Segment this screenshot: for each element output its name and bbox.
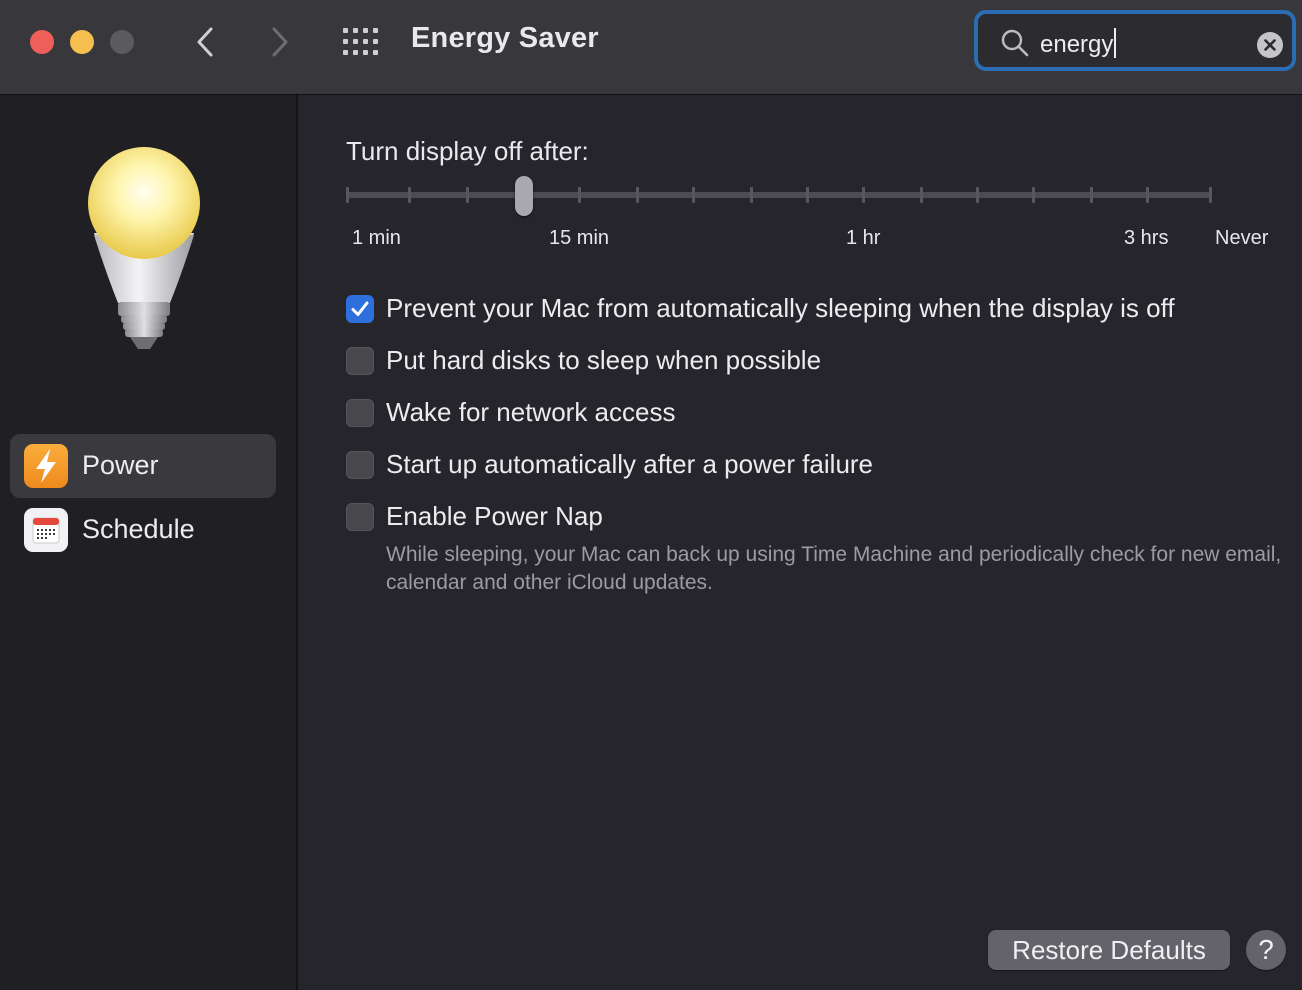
chevron-right-icon — [272, 27, 288, 57]
chevron-left-icon — [197, 27, 213, 57]
clear-icon — [1264, 39, 1276, 51]
option-label: Start up automatically after a power fai… — [386, 449, 874, 479]
slider-tick — [1146, 187, 1149, 203]
slider-tick — [806, 187, 809, 203]
option-label: Put hard disks to sleep when possible — [386, 345, 822, 375]
slider-tick — [1209, 187, 1212, 203]
slider-tick — [466, 187, 469, 203]
slider-tick — [1032, 187, 1035, 203]
search-input[interactable]: energy — [1040, 28, 1117, 59]
grid-icon — [343, 28, 378, 55]
power-nap-description: While sleeping, your Mac can back up usi… — [386, 543, 1282, 594]
option-label: Prevent your Mac from automatically slee… — [386, 293, 1175, 323]
sidebar-item-label: Power — [82, 450, 159, 480]
option-label: Wake for network access — [386, 397, 676, 427]
slider-tick — [578, 187, 581, 203]
option-label: Enable Power Nap — [386, 501, 603, 531]
lightning-bolt-icon — [24, 444, 68, 488]
slider-tick — [862, 187, 865, 203]
text-caret — [1114, 28, 1117, 58]
title-bar: Energy Saver energy — [0, 0, 1302, 95]
tick-label-1-hr: 1 hr — [846, 227, 881, 249]
sidebar-item-schedule[interactable]: Schedule — [10, 498, 276, 562]
energy-saver-window: Energy Saver energy Power Schedule Turn … — [0, 0, 1302, 990]
checkmark-icon — [351, 301, 369, 316]
slider-tick — [346, 187, 349, 203]
slider-tick — [920, 187, 923, 203]
search-value: energy — [1040, 31, 1114, 58]
calendar-icon — [24, 508, 68, 552]
checkbox[interactable] — [346, 347, 374, 375]
display-sleep-label: Turn display off after: — [346, 136, 589, 166]
tick-label-3-hrs: 3 hrs — [1124, 227, 1169, 249]
slider-tick — [750, 187, 753, 203]
forward-button[interactable] — [262, 24, 298, 60]
tick-label-1-min: 1 min — [352, 227, 401, 249]
search-icon — [1001, 29, 1029, 57]
checkbox[interactable] — [346, 295, 374, 323]
lightbulb-icon — [88, 147, 200, 349]
slider-track[interactable] — [346, 192, 1212, 198]
slider-knob[interactable] — [515, 176, 533, 216]
slider-tick — [636, 187, 639, 203]
restore-defaults-button[interactable]: Restore Defaults — [988, 930, 1230, 970]
tick-label-15-min: 15 min — [549, 227, 610, 249]
help-button[interactable]: ? — [1246, 930, 1286, 970]
clear-search-button[interactable] — [1257, 32, 1283, 58]
show-all-button[interactable] — [343, 28, 379, 56]
sidebar-item-label: Schedule — [82, 514, 195, 544]
slider-tick — [1090, 187, 1093, 203]
main-panel: Turn display off after: 1 min 15 min 1 h… — [298, 95, 1302, 990]
sidebar-item-power[interactable]: Power — [10, 434, 276, 498]
minimize-button[interactable] — [70, 30, 94, 54]
zoom-button[interactable] — [110, 30, 134, 54]
slider-tick — [692, 187, 695, 203]
slider-tick — [408, 187, 411, 203]
checkbox[interactable] — [346, 503, 374, 531]
sidebar: Power Schedule — [0, 95, 298, 990]
checkbox[interactable] — [346, 399, 374, 427]
search-field[interactable]: energy — [974, 10, 1296, 71]
close-button[interactable] — [30, 30, 54, 54]
tick-label-never: Never — [1215, 227, 1269, 249]
back-button[interactable] — [188, 24, 224, 60]
slider-tick — [976, 187, 979, 203]
checkbox[interactable] — [346, 451, 374, 479]
window-title: Energy Saver — [411, 22, 599, 54]
